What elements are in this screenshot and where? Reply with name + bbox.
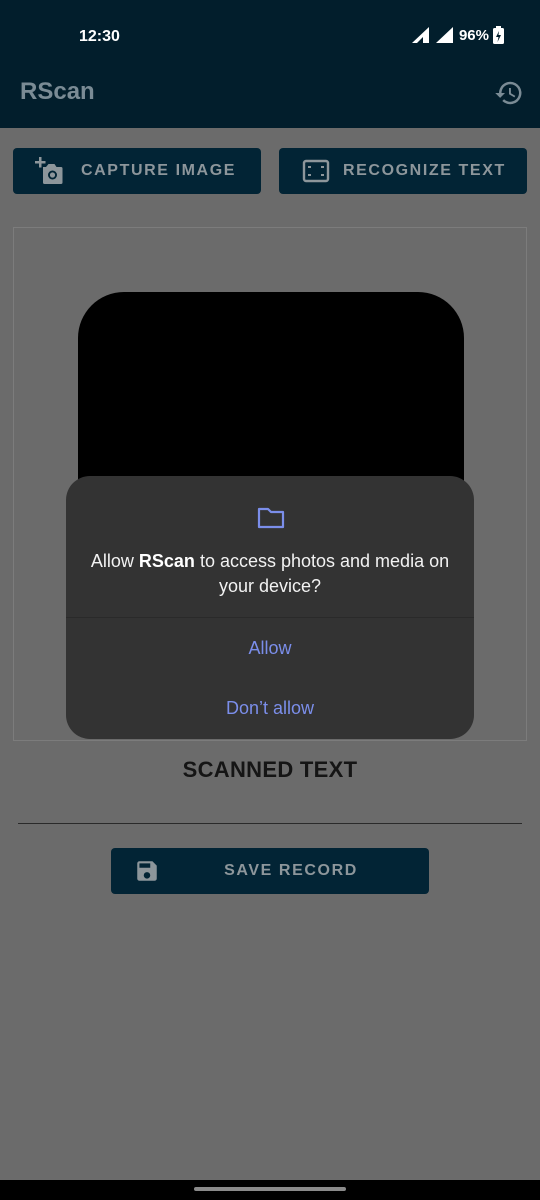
permission-message: Allow RScan to access photos and media o… bbox=[90, 549, 450, 599]
scanned-text-heading: SCANNED TEXT bbox=[182, 757, 358, 782]
permission-message-prefix: Allow bbox=[90, 551, 139, 571]
app-title: RScan bbox=[20, 78, 95, 105]
allow-button[interactable]: Allow bbox=[66, 618, 474, 678]
signal-icon bbox=[411, 27, 429, 43]
status-time: 12:30 bbox=[79, 28, 120, 45]
crop-free-icon bbox=[301, 159, 331, 183]
recognize-text-label: RECOGNIZE TEXT bbox=[343, 162, 506, 179]
battery-charging-icon bbox=[493, 26, 504, 44]
status-bar: 12:30 96% bbox=[0, 0, 540, 72]
save-record-button[interactable]: SAVE RECORD bbox=[111, 848, 429, 894]
recognize-text-button[interactable]: RECOGNIZE TEXT bbox=[279, 148, 527, 194]
permission-app-name: RScan bbox=[138, 551, 195, 571]
navigation-bar bbox=[0, 1180, 540, 1200]
save-record-label: SAVE RECORD bbox=[224, 862, 358, 879]
home-gesture-handle[interactable] bbox=[194, 1187, 346, 1191]
capture-image-button[interactable]: CAPTURE IMAGE bbox=[13, 148, 261, 194]
signal-icon bbox=[435, 27, 453, 43]
status-icons: 96% bbox=[411, 26, 504, 44]
history-icon[interactable] bbox=[494, 78, 524, 108]
capture-image-label: CAPTURE IMAGE bbox=[81, 162, 237, 179]
dont-allow-button[interactable]: Don’t allow bbox=[66, 678, 474, 738]
add-photo-icon bbox=[33, 156, 65, 186]
battery-percent: 96% bbox=[458, 26, 489, 44]
folder-icon bbox=[257, 506, 285, 530]
permission-dialog: Allow RScan to access photos and media o… bbox=[66, 476, 474, 739]
app-bar: RScan bbox=[0, 72, 540, 128]
permission-message-suffix: to access photos and media on your devic… bbox=[194, 551, 450, 596]
scanned-text-divider bbox=[18, 823, 522, 824]
